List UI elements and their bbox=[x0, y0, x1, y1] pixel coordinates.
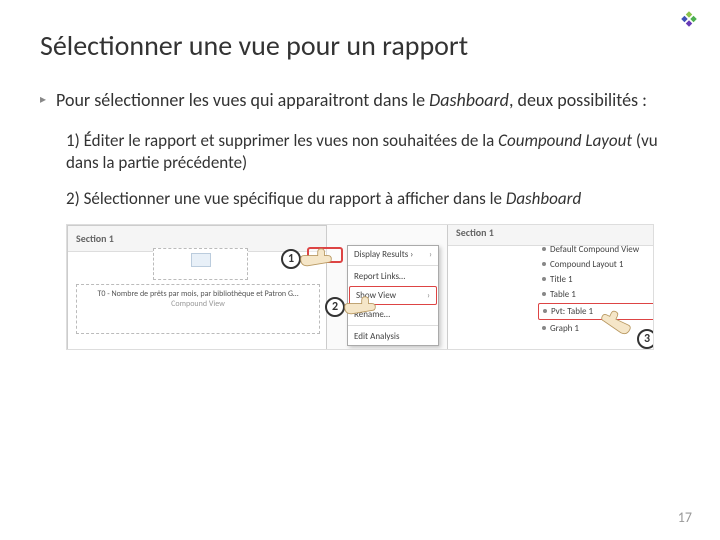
screenshot-figure: Section 1 T0 - Nombre de prêts par mois,… bbox=[66, 224, 654, 350]
panel-left: Section 1 T0 - Nombre de prêts par mois,… bbox=[67, 225, 327, 350]
menu-item-edit-analysis[interactable]: Edit Analysis bbox=[348, 328, 438, 345]
subpoint-2: 2) Sélectionner une vue spécifique du ra… bbox=[66, 188, 680, 210]
main-bullet: ▸ Pour sélectionner les vues qui apparai… bbox=[40, 89, 680, 112]
list-item[interactable]: Table 1 bbox=[538, 287, 654, 302]
view-list: Default Compound View Compound Layout 1 … bbox=[538, 242, 654, 336]
callout-3: 3 bbox=[637, 329, 654, 349]
pointing-hand-icon bbox=[299, 247, 333, 271]
list-item[interactable]: Default Compound View bbox=[538, 242, 654, 257]
keyword: Coumpound Layout bbox=[498, 130, 632, 151]
content-body: ▸ Pour sélectionner les vues qui apparai… bbox=[0, 73, 720, 350]
text: , deux possibilités : bbox=[509, 89, 647, 111]
menu-item-report-links[interactable]: Report Links… bbox=[348, 268, 438, 285]
bullet-marker-icon: ▸ bbox=[40, 89, 46, 112]
callout-2: 2 bbox=[325, 297, 345, 317]
page-title: Sélectionner une vue pour un rapport bbox=[0, 0, 720, 73]
keyword: Dashboard bbox=[506, 188, 581, 209]
logo-icon bbox=[678, 8, 700, 30]
list-item[interactable]: Compound Layout 1 bbox=[538, 257, 654, 272]
callout-1: 1 bbox=[281, 249, 301, 269]
text: 1) Éditer le rapport et supprimer les vu… bbox=[66, 130, 498, 151]
subpoint-1: 1) Éditer le rapport et supprimer les vu… bbox=[66, 130, 680, 174]
widget-small bbox=[153, 248, 248, 280]
pointing-hand-icon bbox=[343, 295, 377, 319]
page-number: 17 bbox=[678, 509, 692, 526]
text: 2) Sélectionner une vue spécifique du ra… bbox=[66, 188, 506, 209]
list-item[interactable]: Title 1 bbox=[538, 272, 654, 287]
main-bullet-text: Pour sélectionner les vues qui apparaitr… bbox=[56, 89, 647, 112]
keyword: Dashboard bbox=[429, 89, 509, 111]
list-item-highlighted[interactable]: Pvt: Table 1 bbox=[538, 303, 654, 320]
widget-compound: T0 - Nombre de prêts par mois, par bibli… bbox=[76, 284, 320, 334]
menu-item-display[interactable]: Display Results › bbox=[348, 246, 438, 263]
text: Pour sélectionner les vues qui apparaitr… bbox=[56, 89, 429, 111]
widget-subtitle: Compound View bbox=[77, 299, 319, 309]
widget-title: T0 - Nombre de prêts par mois, par bibli… bbox=[77, 289, 319, 299]
